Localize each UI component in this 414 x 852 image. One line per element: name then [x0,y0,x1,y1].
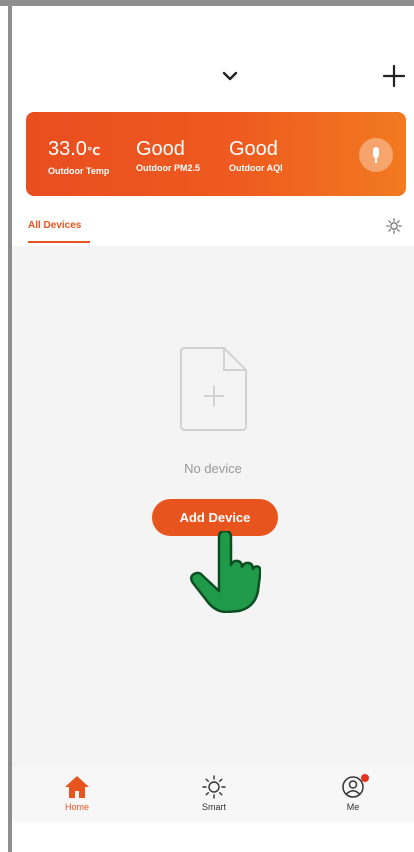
weather-card: 33.0℃ Outdoor Temp Good Outdoor PM2.5 Go… [26,112,406,196]
empty-state-text: No device [184,461,242,476]
sun-icon [202,775,226,799]
home-icon [65,776,89,798]
home-selector-button[interactable] [218,64,242,88]
app-screen: 33.0℃ Outdoor Temp Good Outdoor PM2.5 Go… [12,6,414,852]
notification-badge [361,774,369,782]
plus-icon [382,64,406,88]
active-tab-indicator [28,241,90,243]
voice-button[interactable] [359,138,393,172]
add-button[interactable] [380,62,408,90]
aqi-value: Good [229,138,278,160]
gear-icon [386,218,402,234]
microphone-icon [373,147,379,163]
device-tabs: All Devices [12,206,414,246]
devices-content: No device Add Device [12,246,414,766]
top-bar [12,6,414,106]
nav-home[interactable]: Home [47,774,107,812]
temp-unit: ℃ [86,146,101,158]
room-settings-button[interactable] [386,218,402,234]
nav-me-label: Me [346,802,360,812]
outdoor-pm25: Good Outdoor PM2.5 [136,138,200,173]
nav-smart[interactable]: Smart [184,774,244,812]
add-file-icon [180,347,247,431]
bottom-navigation: Home Smart Me [12,766,414,822]
chevron-down-icon [222,71,238,81]
outdoor-aqi: Good Outdoor AQI [229,138,283,173]
nav-home-label: Home [64,802,89,812]
temp-value: 33.0 [48,138,87,160]
pointing-hand-icon [190,531,261,613]
tab-all-devices[interactable]: All Devices [28,220,81,231]
aqi-label: Outdoor AQI [229,163,283,173]
nav-smart-label: Smart [201,802,226,812]
pm25-label: Outdoor PM2.5 [136,163,201,173]
nav-me[interactable]: Me [323,774,383,812]
temp-label: Outdoor Temp [48,166,110,176]
outdoor-temp: 33.0℃ Outdoor Temp [48,138,109,176]
pm25-value: Good [136,138,185,160]
